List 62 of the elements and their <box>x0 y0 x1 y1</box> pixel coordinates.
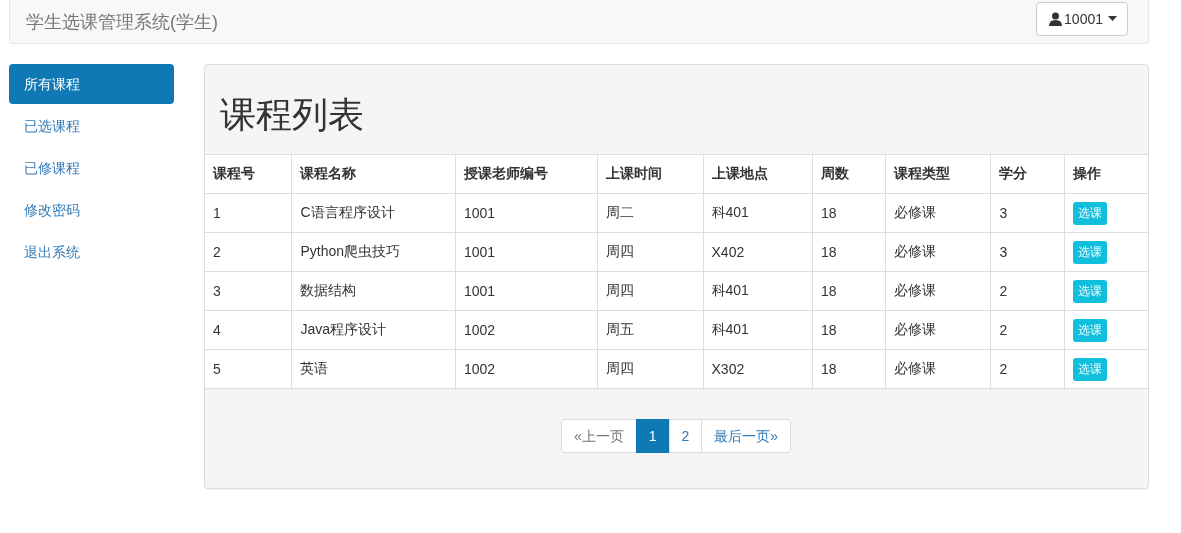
table-cell: 5 <box>205 349 292 389</box>
table-cell: X402 <box>703 232 813 272</box>
table-cell: 周五 <box>597 310 703 350</box>
table-cell: 必修课 <box>885 349 991 389</box>
table-cell: 18 <box>812 271 886 311</box>
table-cell: 数据结构 <box>291 271 456 311</box>
table-cell: C语言程序设计 <box>291 193 456 233</box>
table-cell: 周四 <box>597 349 703 389</box>
table-cell: X302 <box>703 349 813 389</box>
table-cell: Java程序设计 <box>291 310 456 350</box>
table-cell: 3 <box>205 271 292 311</box>
sidebar-item[interactable]: 所有课程 <box>9 64 174 104</box>
table-cell: 18 <box>812 232 886 272</box>
table-cell: 1 <box>205 193 292 233</box>
column-header: 操作 <box>1064 154 1148 194</box>
table-cell: 2 <box>990 271 1065 311</box>
table-cell: 科401 <box>703 193 813 233</box>
table-cell: 4 <box>205 310 292 350</box>
column-header: 上课地点 <box>703 154 813 194</box>
table-cell: 2 <box>205 232 292 272</box>
table-cell: 必修课 <box>885 271 991 311</box>
table-cell: 3 <box>990 193 1065 233</box>
table-cell: 18 <box>812 310 886 350</box>
table-cell: 周四 <box>597 271 703 311</box>
column-header: 授课老师编号 <box>455 154 598 194</box>
column-header: 课程号 <box>205 154 292 194</box>
table-cell: 周二 <box>597 193 703 233</box>
sidebar-item[interactable]: 已选课程 <box>9 106 174 146</box>
sidebar-item[interactable]: 已修课程 <box>9 148 174 188</box>
table-cell: 1001 <box>455 232 598 272</box>
page-link[interactable]: 1 <box>635 419 670 453</box>
caret-icon <box>1108 16 1117 21</box>
sidebar-item[interactable]: 退出系统 <box>9 232 174 272</box>
table-cell: 1001 <box>455 271 598 311</box>
table-cell: 1002 <box>455 310 598 350</box>
column-header: 课程类型 <box>885 154 991 194</box>
table-cell: 科401 <box>703 310 813 350</box>
table-cell: 1001 <box>455 193 598 233</box>
table-cell: 3 <box>990 232 1065 272</box>
column-header: 学分 <box>990 154 1065 194</box>
table-cell: 必修课 <box>885 310 991 350</box>
user-icon <box>1049 11 1063 26</box>
table-cell: 2 <box>990 310 1065 350</box>
table-cell: 必修课 <box>885 232 991 272</box>
table-cell: 18 <box>812 193 886 233</box>
table-cell: 科401 <box>703 271 813 311</box>
table-cell: Python爬虫技巧 <box>291 232 456 272</box>
column-header: 课程名称 <box>291 154 456 194</box>
table-cell: 2 <box>990 349 1065 389</box>
user-menu-button[interactable]: 10001 <box>1036 1 1128 36</box>
table-cell: 必修课 <box>885 193 991 233</box>
table-cell: 英语 <box>291 349 456 389</box>
sidebar-item[interactable]: 修改密码 <box>9 190 174 230</box>
system-title: 学生选课管理系统(学生) <box>26 10 218 34</box>
page-link[interactable]: 2 <box>668 419 703 453</box>
page-heading: 课程列表 <box>219 93 365 137</box>
table-cell: 1002 <box>455 349 598 389</box>
column-header: 周数 <box>812 154 886 194</box>
page-link[interactable]: 最后一页» <box>701 419 792 453</box>
table-cell: 周四 <box>597 232 703 272</box>
table-cell: 18 <box>812 349 886 389</box>
column-header: 上课时间 <box>597 154 703 194</box>
